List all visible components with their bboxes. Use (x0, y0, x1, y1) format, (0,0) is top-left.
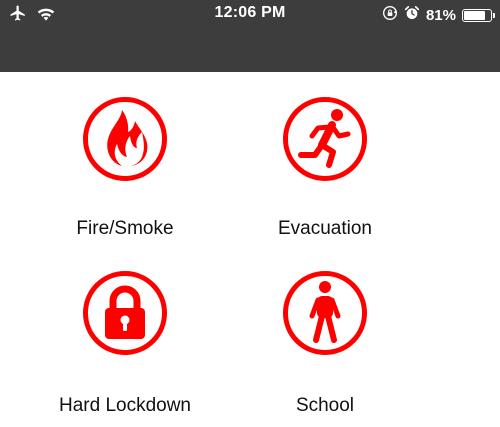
battery-percent: 81% (425, 6, 456, 24)
alert-grid: Fire/Smoke Evacuation Hard Lockdown Scho… (0, 72, 500, 418)
running-person-icon (283, 97, 367, 181)
status-bar: 12:06 PM 81% (0, 0, 500, 72)
battery-level (464, 10, 486, 20)
alert-label: School (295, 395, 355, 416)
status-right-icons: 81% (382, 5, 495, 25)
alarm-icon (404, 5, 420, 25)
fire-icon (83, 97, 167, 181)
alert-label: Evacuation (277, 218, 372, 239)
alert-evacuation[interactable]: Evacuation (200, 72, 450, 252)
status-row: 12:06 PM 81% (0, 0, 500, 30)
battery-icon (462, 8, 495, 22)
alert-school[interactable]: School (200, 247, 450, 427)
walking-person-icon (283, 271, 367, 355)
padlock-icon (83, 271, 167, 355)
orientation-lock-icon (382, 5, 398, 25)
